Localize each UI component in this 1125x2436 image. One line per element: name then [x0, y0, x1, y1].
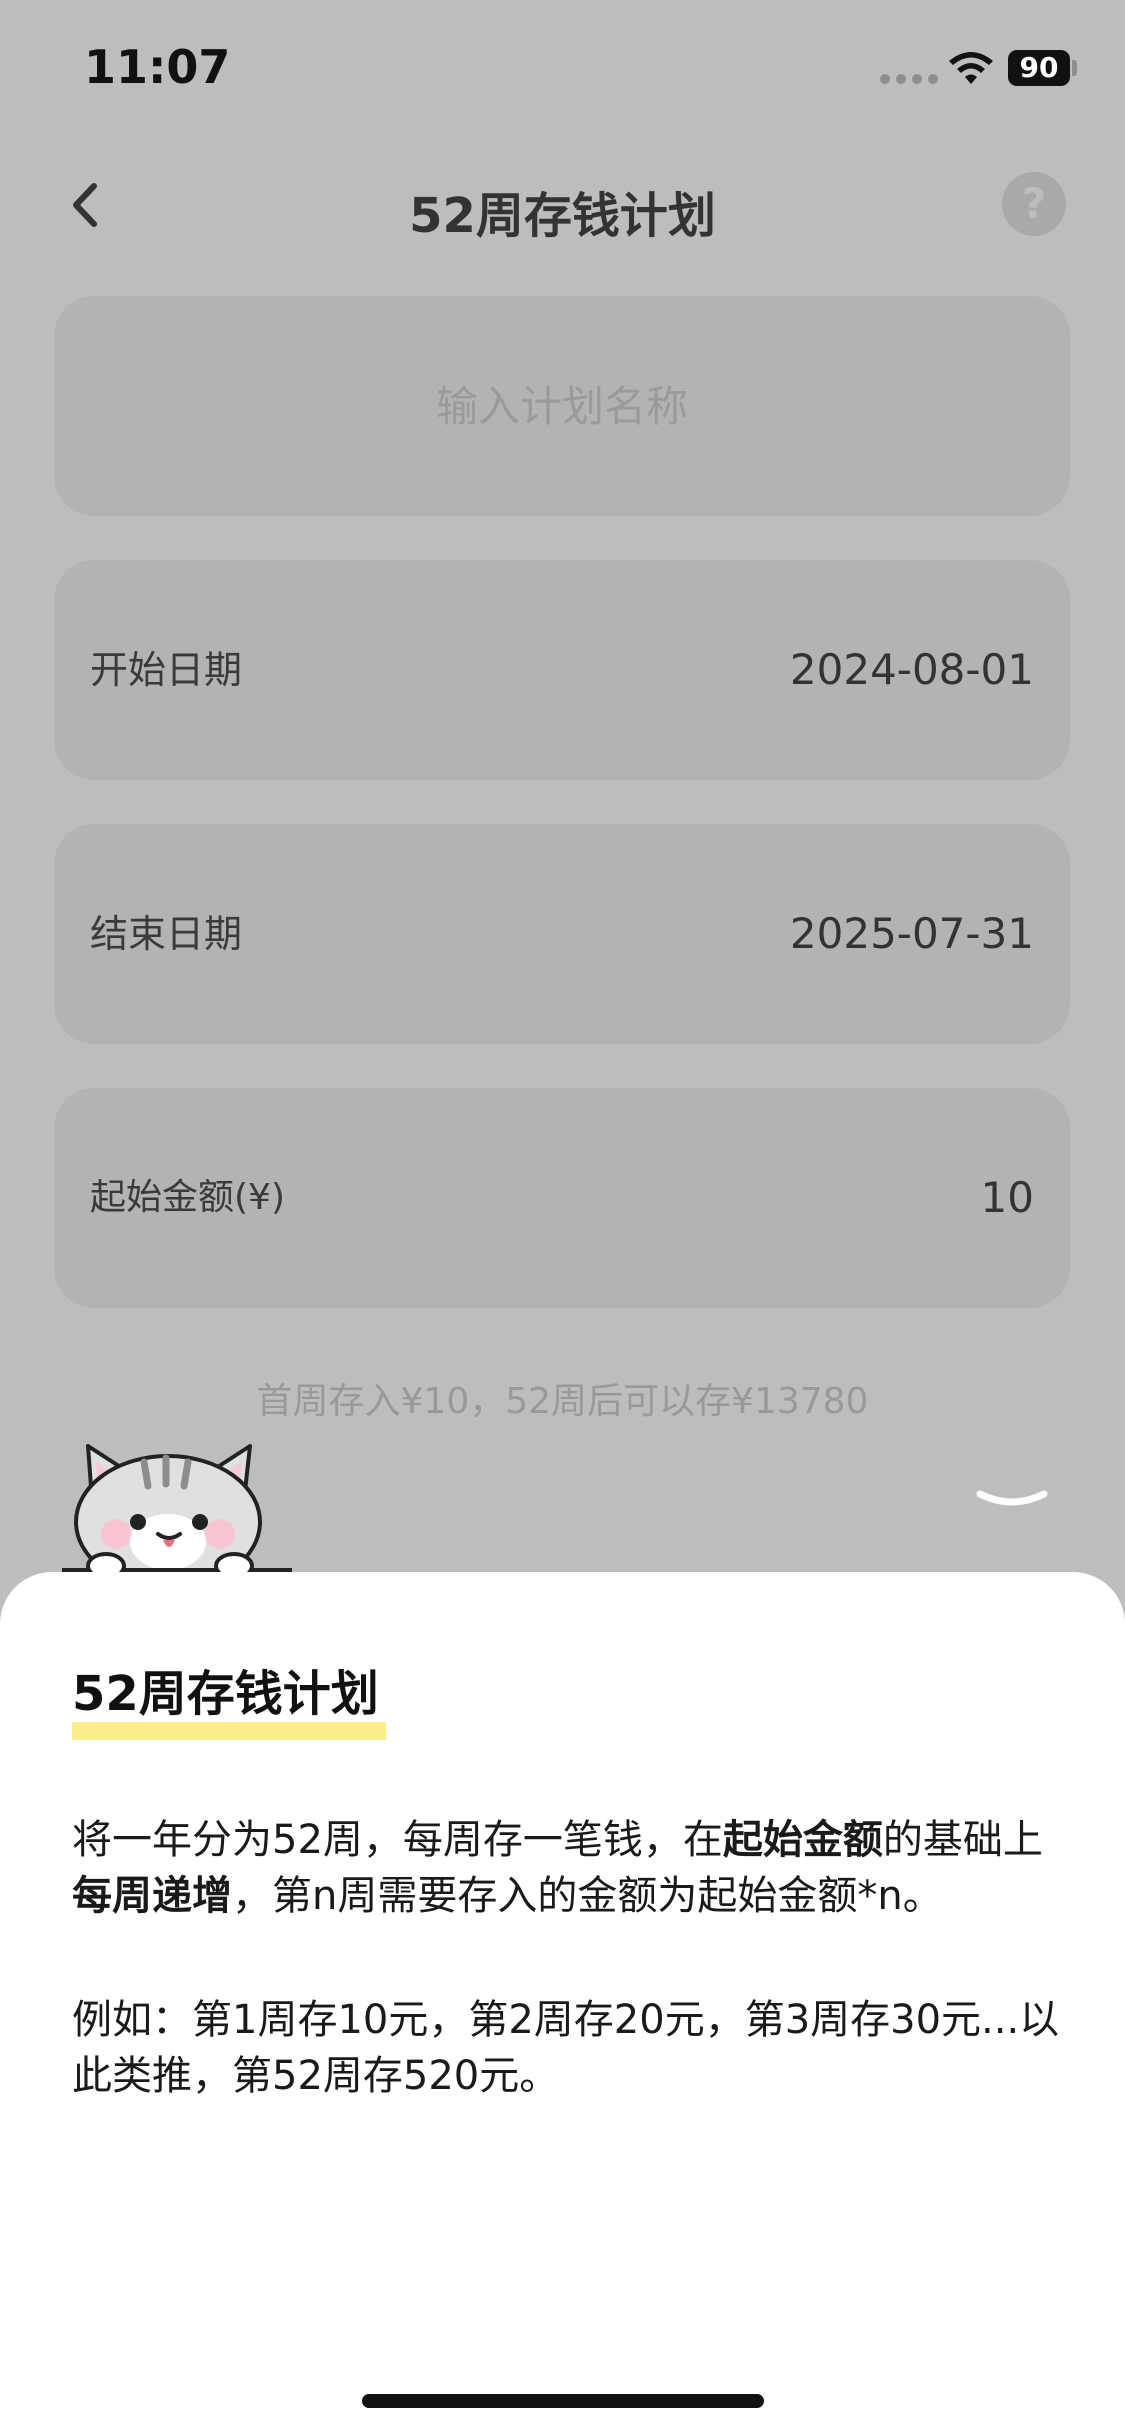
help-button[interactable]: ?	[1002, 172, 1066, 236]
start-amount-row[interactable]: 起始金额(¥) 10	[54, 1088, 1070, 1308]
end-date-label: 结束日期	[90, 912, 243, 956]
nav-bar: 52周存钱计划 ?	[0, 150, 1125, 260]
chevron-down-icon	[976, 1490, 1048, 1506]
cat-mascot-icon	[62, 1444, 292, 1574]
savings-summary: 首周存入¥10，52周后可以存¥13780	[256, 1381, 869, 1422]
description-paragraph: 将一年分为52周，每周存一笔钱，在起始金额的基础上每周递增，第n周需要存入的金额…	[72, 1812, 1062, 1924]
battery-icon: 90	[1008, 50, 1070, 86]
status-time: 11:07	[84, 40, 231, 94]
start-amount-label: 起始金额(¥)	[90, 1177, 285, 1218]
plan-name-input[interactable]	[54, 296, 1070, 516]
start-date-row[interactable]: 开始日期 2024-08-01	[54, 560, 1070, 780]
help-icon: ?	[1021, 179, 1047, 228]
status-bar: 11:07 90	[0, 0, 1125, 140]
battery-level: 90	[1019, 51, 1059, 84]
collapse-sheet-button[interactable]	[972, 1484, 1052, 1518]
home-indicator[interactable]	[362, 2394, 764, 2408]
wifi-icon	[949, 52, 993, 84]
start-date-value[interactable]: 2024-08-01	[790, 560, 1034, 780]
end-date-value[interactable]: 2025-07-31	[790, 824, 1034, 1044]
desc-text-1: 将一年分为52周，每周存一笔钱，在	[72, 1817, 723, 1863]
battery-cap	[1072, 60, 1077, 76]
desc-bold-weekly-increase: 每周递增	[72, 1873, 232, 1919]
end-date-row[interactable]: 结束日期 2025-07-31	[54, 824, 1070, 1044]
plan-name-card	[54, 296, 1070, 516]
desc-bold-start-amount: 起始金额	[722, 1817, 883, 1863]
desc-text-3: ，第n周需要存入的金额为起始金额*n。	[232, 1873, 943, 1919]
example-paragraph: 例如：第1周存10元，第2周存20元，第3周存30元...以此类推，第52周存5…	[72, 1997, 1060, 2099]
start-amount-value[interactable]: 10	[981, 1088, 1034, 1308]
title-highlight	[72, 1722, 386, 1740]
sheet-title-wrap: 52周存钱计划	[72, 1654, 386, 1740]
info-bottom-sheet: 52周存钱计划 将一年分为52周，每周存一笔钱，在起始金额的基础上每周递增，第n…	[0, 1572, 1125, 2436]
desc-text-2: 的基础上	[882, 1817, 1043, 1863]
sheet-title: 52周存钱计划	[72, 1666, 379, 1722]
start-date-label: 开始日期	[90, 648, 243, 692]
page-title: 52周存钱计划	[409, 188, 716, 244]
cellular-signal-icon	[880, 74, 938, 84]
